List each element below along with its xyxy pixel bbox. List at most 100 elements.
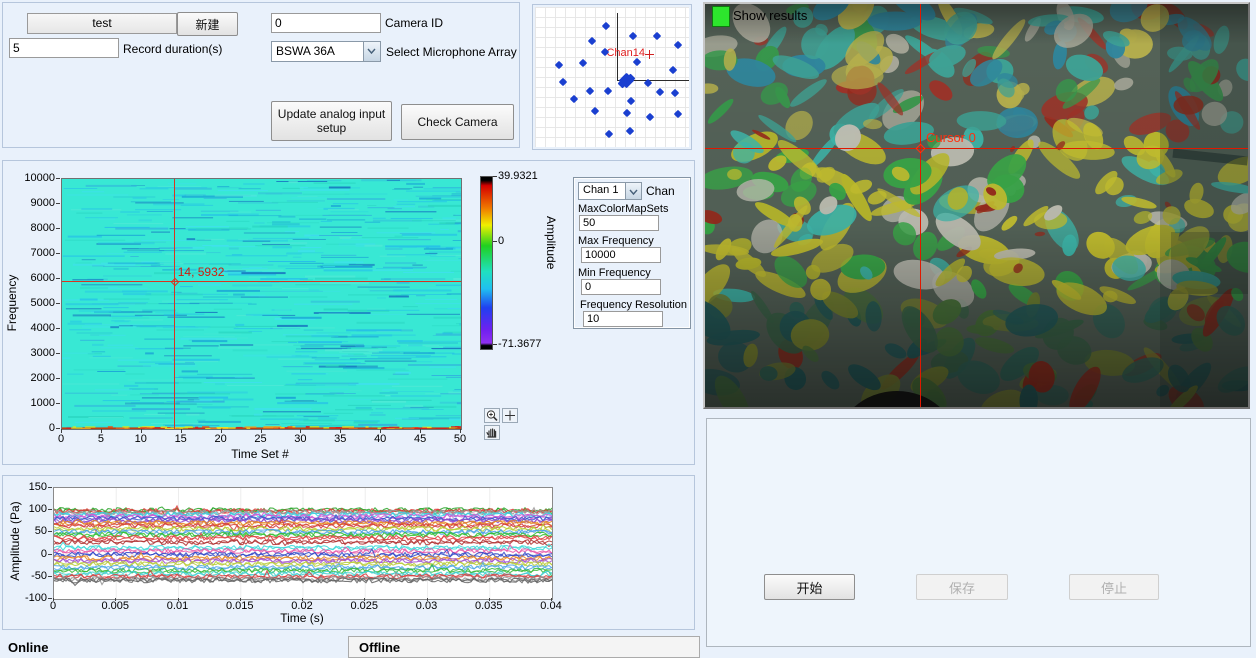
wave-ytick-mark — [48, 554, 52, 555]
session-name-field[interactable]: test — [27, 13, 177, 34]
spectrogram-plot[interactable]: 14, 5932 — [61, 178, 462, 430]
min-frequency-input[interactable] — [581, 279, 661, 295]
wave-ytick-label: 50 — [9, 525, 47, 537]
spec-xtick-mark — [420, 429, 421, 433]
mic-dot — [626, 127, 634, 135]
mic-dot — [674, 41, 682, 49]
colorbar-axis-label: Amplitude — [544, 216, 558, 269]
wave-xtick-label: 0.02 — [282, 600, 322, 612]
pan-tool-button[interactable] — [484, 425, 500, 440]
spec-xtick-label: 25 — [246, 433, 276, 445]
show-results-checkbox[interactable] — [712, 6, 730, 27]
mic-dot — [653, 32, 661, 40]
chevron-down-icon[interactable] — [625, 183, 641, 199]
mic-array-panel: Chan14 — [532, 4, 692, 150]
spectrogram-xlabel: Time Set # — [200, 447, 320, 461]
max-colormap-input[interactable] — [579, 215, 659, 231]
magnifier-icon — [485, 409, 499, 422]
chevron-down-icon[interactable] — [363, 42, 380, 61]
waveform-xlabel: Time (s) — [242, 611, 362, 625]
spec-ytick-label: 3000 — [13, 347, 55, 359]
new-button[interactable]: 新建 — [177, 12, 238, 36]
spec-ytick-mark — [56, 428, 60, 429]
mic-dot — [588, 37, 596, 45]
mic-dot — [633, 58, 641, 66]
hand-icon — [485, 426, 499, 439]
update-analog-button[interactable]: Update analog input setup — [271, 101, 392, 141]
spec-xtick-label: 35 — [325, 433, 355, 445]
spec-xtick-mark — [181, 429, 182, 433]
spec-ytick-mark — [56, 378, 60, 379]
wave-ytick-mark — [48, 531, 52, 532]
mic-dot — [605, 130, 613, 138]
spec-ytick-mark — [56, 178, 60, 179]
spec-xtick-mark — [141, 429, 142, 433]
spectrogram-cursor-hline[interactable] — [62, 281, 461, 282]
start-button[interactable]: 开始 — [764, 574, 855, 600]
spectrogram-cursor-vline[interactable] — [174, 179, 175, 429]
spec-ytick-label: 2000 — [13, 372, 55, 384]
mic-dot — [602, 22, 610, 30]
spec-xtick-mark — [61, 429, 62, 433]
mic-array-label: Select Microphone Array — [386, 45, 517, 59]
record-duration-label: Record duration(s) — [123, 42, 222, 56]
mic-array-value: BSWA 36A — [276, 44, 335, 58]
wave-ytick-mark — [48, 487, 52, 488]
wave-ytick-label: 150 — [9, 481, 47, 493]
spec-xtick-mark — [221, 429, 222, 433]
spec-ytick-label: 9000 — [13, 197, 55, 209]
spectrogram-panel: Frequency 14, 5932 Time Set # 39.9321 0 … — [2, 160, 695, 465]
wave-xtick-mark — [427, 598, 428, 601]
spec-ytick-mark — [56, 353, 60, 354]
frequency-resolution-input[interactable] — [583, 311, 663, 327]
mic-dot — [555, 61, 563, 69]
spec-ytick-mark — [56, 303, 60, 304]
camera-cursor-vline[interactable] — [920, 4, 921, 407]
cursor-tool-button[interactable] — [502, 408, 518, 423]
mic-dot — [656, 88, 664, 96]
channel-dropdown[interactable]: Chan 1 — [578, 182, 642, 200]
colorbar-min-label: -71.3677 — [493, 338, 541, 350]
colorbar-mid-label: 0 — [493, 235, 504, 247]
wave-xtick-mark — [53, 598, 54, 601]
wave-xtick-label: 0.025 — [344, 600, 384, 612]
mic-array-plot[interactable]: Chan14 — [535, 7, 689, 147]
spec-xtick-label: 40 — [365, 433, 395, 445]
max-colormap-label: MaxColorMapSets — [578, 203, 668, 215]
stop-button[interactable]: 停止 — [1069, 574, 1159, 600]
waveform-traces — [54, 488, 552, 599]
save-button[interactable]: 保存 — [916, 574, 1008, 600]
spec-xtick-mark — [300, 429, 301, 433]
wave-xtick-mark — [115, 598, 116, 601]
camera-id-input[interactable] — [271, 13, 381, 33]
mic-dot — [586, 87, 594, 95]
mic-dot — [629, 32, 637, 40]
analysis-settings-cluster: Chan 1 Chan MaxColorMapSets Max Frequenc… — [573, 177, 691, 329]
wave-ytick-label: -50 — [9, 570, 47, 582]
wave-xtick-label: 0.04 — [531, 600, 571, 612]
wave-xtick-mark — [551, 598, 552, 601]
spec-ytick-label: 1000 — [13, 397, 55, 409]
mic-dot — [559, 78, 567, 86]
spectrogram-image — [62, 179, 461, 429]
spec-ytick-mark — [56, 228, 60, 229]
wave-ytick-mark — [48, 598, 52, 599]
spec-xtick-mark — [261, 429, 262, 433]
wave-xtick-mark — [489, 598, 490, 601]
camera-id-label: Camera ID — [385, 16, 443, 30]
spec-xtick-label: 15 — [166, 433, 196, 445]
camera-cursor-hline[interactable] — [705, 148, 1248, 149]
zoom-tool-button[interactable] — [484, 408, 500, 423]
min-frequency-label: Min Frequency — [578, 267, 651, 279]
waveform-plot[interactable] — [53, 487, 553, 600]
wave-xtick-label: 0.015 — [220, 600, 260, 612]
max-frequency-input[interactable] — [581, 247, 661, 263]
offline-status-box: Offline — [348, 636, 700, 658]
mic-dot — [623, 109, 631, 117]
mic-array-dropdown[interactable]: BSWA 36A — [271, 41, 381, 62]
check-camera-button[interactable]: Check Camera — [401, 104, 514, 140]
record-duration-input[interactable] — [9, 38, 119, 58]
mic-dot — [669, 66, 677, 74]
camera-result-image[interactable]: Cursor 0 Show results — [703, 2, 1250, 409]
wave-xtick-label: 0.03 — [407, 600, 447, 612]
